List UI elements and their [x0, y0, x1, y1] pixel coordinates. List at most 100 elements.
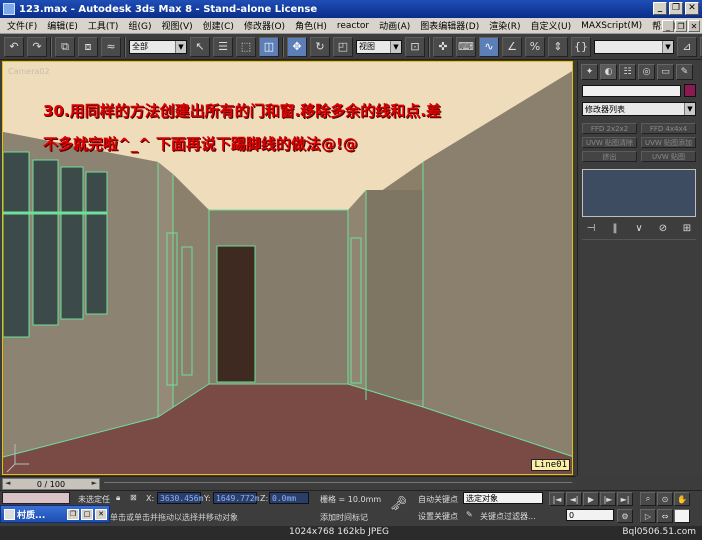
key-icon[interactable]: 🗝︎	[390, 496, 408, 512]
undo-icon[interactable]: ↶	[4, 36, 24, 57]
chevron-left-icon[interactable]: ◄	[5, 479, 10, 487]
go-to-start-icon[interactable]: |◄	[549, 492, 565, 506]
utilities-tab-icon[interactable]: ✎	[676, 64, 693, 80]
key-filter-icon[interactable]: ✎	[466, 510, 473, 519]
maximize-viewport-icon[interactable]	[674, 509, 690, 523]
menu-tools[interactable]: 工具(T)	[83, 19, 124, 32]
material-editor-taskbar[interactable]: 村质... ❐ □ ✕	[0, 505, 110, 523]
taskbar-close-button[interactable]: ✕	[95, 508, 107, 520]
lock-icon[interactable]: 🔒︎	[116, 493, 120, 503]
unlink-icon[interactable]: ⧈	[78, 36, 98, 57]
display-tab-icon[interactable]: ▭	[657, 64, 674, 80]
keyboard-shortcut-icon[interactable]: ⌨	[456, 36, 476, 57]
select-icon[interactable]: ↖	[190, 36, 210, 57]
field-of-view-icon[interactable]: ▷	[640, 509, 656, 523]
link-icon[interactable]: ⧉	[55, 36, 75, 57]
auto-key-button[interactable]: 自动关键点	[418, 494, 458, 505]
region-select-icon[interactable]: ⬚	[236, 36, 256, 57]
next-frame-icon[interactable]: |►	[600, 492, 616, 506]
menu-edit[interactable]: 编辑(E)	[42, 19, 83, 32]
current-frame-field[interactable]: 0	[566, 509, 614, 521]
y-coordinate-field[interactable]: 1649.772m	[213, 492, 259, 504]
menu-customize[interactable]: 自定义(U)	[526, 19, 577, 32]
set-key-button[interactable]: 设置关键点	[418, 511, 458, 522]
x-coordinate-field[interactable]: 3630.456m	[157, 492, 203, 504]
previous-frame-icon[interactable]: ◄|	[566, 492, 582, 506]
key-filters-button[interactable]: 关键点过滤器...	[480, 511, 536, 522]
menu-rendering[interactable]: 渲染(R)	[484, 19, 525, 32]
doc-close-button[interactable]: ✕	[688, 20, 700, 32]
angle-snap-icon[interactable]: ∠	[502, 36, 522, 57]
menu-reactor[interactable]: reactor	[332, 21, 374, 31]
spinner-snap-icon[interactable]: ⇕	[548, 36, 568, 57]
chevron-right-icon[interactable]: ►	[92, 479, 97, 487]
time-config-icon[interactable]: ⚙	[617, 509, 633, 523]
object-name-field[interactable]	[582, 85, 681, 97]
named-selection-icon[interactable]: {}	[571, 36, 591, 57]
modifier-button[interactable]: UVW 贴图添加	[641, 137, 696, 148]
menu-views[interactable]: 视图(V)	[156, 19, 197, 32]
create-tab-icon[interactable]: ✦	[581, 64, 598, 80]
camera-viewport[interactable]: Camera02 30.用同样的方法创建出所有的门和窗.移除多余的线和点.差 不…	[2, 61, 573, 475]
object-color-swatch[interactable]	[684, 84, 696, 97]
restore-button[interactable]: ❐	[669, 2, 683, 15]
modifier-button[interactable]: UVW 贴图	[641, 151, 696, 162]
play-icon[interactable]: ▶	[583, 492, 599, 506]
show-end-result-icon[interactable]: ‖	[608, 223, 622, 234]
menu-file[interactable]: 文件(F)	[2, 19, 42, 32]
viewport-label[interactable]: Camera02	[8, 67, 50, 76]
pivot-icon[interactable]: ⊡	[405, 36, 425, 57]
menu-modifiers[interactable]: 修改器(O)	[239, 19, 290, 32]
redo-icon[interactable]: ↷	[27, 36, 47, 57]
modify-tab-icon[interactable]: ◐	[600, 64, 617, 80]
selection-filter-dropdown[interactable]: 全部 ▼	[129, 39, 187, 54]
menu-graph-editors[interactable]: 图表编辑器(D)	[415, 19, 484, 32]
hierarchy-tab-icon[interactable]: ☷	[619, 64, 636, 80]
menu-animation[interactable]: 动画(A)	[374, 19, 415, 32]
maxscript-listener[interactable]	[2, 492, 70, 504]
doc-restore-button[interactable]: ❐	[675, 20, 687, 32]
absolute-mode-icon[interactable]: ⊠	[130, 493, 137, 502]
menu-character[interactable]: 角色(H)	[290, 19, 332, 32]
snap-icon[interactable]: ∿	[479, 36, 499, 57]
move-icon[interactable]: ✥	[287, 36, 307, 57]
close-button[interactable]: ✕	[685, 2, 699, 15]
configure-sets-icon[interactable]: ⊞	[680, 223, 694, 234]
manipulate-icon[interactable]: ✜	[433, 36, 453, 57]
orbit-icon[interactable]: ⊙	[657, 492, 673, 506]
modifier-button[interactable]: FFD 2x2x2	[582, 123, 637, 134]
bind-space-warp-icon[interactable]: ≈	[101, 36, 121, 57]
named-selection-dropdown[interactable]: ▼	[594, 39, 674, 54]
window-crossing-icon[interactable]: ◫	[259, 36, 279, 57]
menu-group[interactable]: 组(G)	[123, 19, 156, 32]
scale-icon[interactable]: ◰	[333, 36, 353, 57]
make-unique-icon[interactable]: ∨	[632, 223, 646, 234]
modifier-stack[interactable]	[582, 169, 696, 217]
taskbar-restore-button[interactable]: ❐	[67, 508, 79, 520]
modifier-button[interactable]: FFD 4x4x4	[641, 123, 696, 134]
z-coordinate-field[interactable]: 0.0mm	[269, 492, 309, 504]
go-to-end-icon[interactable]: ►|	[617, 492, 633, 506]
modifier-list-dropdown[interactable]: 修改器列表 ▼	[582, 102, 696, 116]
reference-coord-dropdown[interactable]: 视图 ▼	[356, 39, 402, 54]
menu-create[interactable]: 创建(C)	[198, 19, 239, 32]
select-by-name-icon[interactable]: ☰	[213, 36, 233, 57]
timeline-track[interactable]	[104, 482, 572, 486]
key-mode-dropdown[interactable]: 选定对象	[463, 492, 543, 504]
rotate-icon[interactable]: ↻	[310, 36, 330, 57]
minimize-button[interactable]: _	[653, 2, 667, 15]
add-time-tag[interactable]: 添加时间标记	[320, 512, 368, 523]
mirror-icon[interactable]: ⊿	[677, 36, 697, 57]
motion-tab-icon[interactable]: ◎	[638, 64, 655, 80]
remove-modifier-icon[interactable]: ⊘	[656, 223, 670, 234]
modifier-button[interactable]: UVW 贴图清除	[582, 137, 637, 148]
pin-stack-icon[interactable]: ⊣	[584, 223, 598, 234]
modifier-button[interactable]: 挤出	[582, 151, 637, 162]
doc-minimize-button[interactable]: _	[662, 20, 674, 32]
taskbar-maximize-button[interactable]: □	[81, 508, 93, 520]
time-slider[interactable]: ◄ 0 / 100 ►	[2, 478, 100, 490]
dolly-icon[interactable]: ⇔	[657, 509, 673, 523]
percent-snap-icon[interactable]: %	[525, 36, 545, 57]
menu-maxscript[interactable]: MAXScript(M)	[576, 21, 647, 31]
zoom-icon[interactable]: ⌕	[640, 492, 656, 506]
